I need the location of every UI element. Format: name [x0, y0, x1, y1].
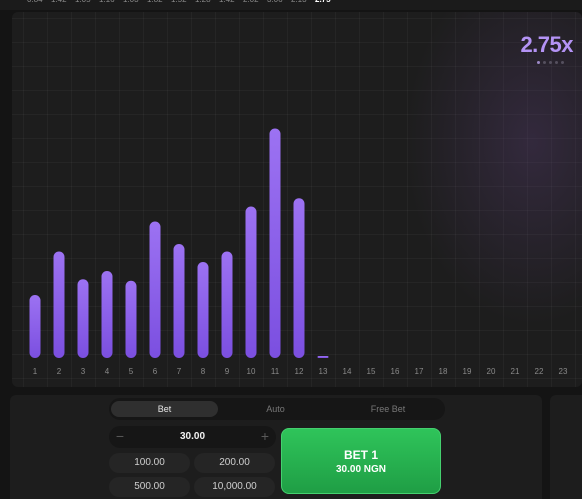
game-chart-panel: 1 2 3 4 5 6 7 8 9 10 11 12 13 14 15 16 17 18 19 20 21 22 23 2.… — [12, 12, 582, 387]
bet-amount-input[interactable]: 30.00 — [129, 431, 256, 442]
x-tick-label: 5 — [129, 367, 134, 376]
second-bet-panel — [550, 395, 582, 499]
chart-bar — [53, 251, 65, 358]
round-dot — [555, 61, 558, 64]
quick-amount-200[interactable]: 200.00 — [194, 453, 275, 473]
chart-bar — [293, 198, 305, 358]
history-multiplier: 1.03 — [123, 0, 139, 4]
bet-button-title: BET 1 — [343, 448, 378, 462]
current-multiplier: 2.75x — [520, 32, 573, 57]
history-multiplier: 2.13 — [291, 0, 307, 4]
history-multiplier: 3.06 — [267, 0, 283, 4]
history-multiplier: 1.28 — [195, 0, 211, 4]
x-tick-label: 3 — [81, 367, 86, 376]
x-tick-label: 16 — [391, 367, 400, 376]
chart-bar — [29, 295, 41, 358]
chart-bar — [317, 356, 329, 358]
x-tick-label: 2 — [57, 367, 62, 376]
bet-amount-stepper: − 30.00 + — [109, 426, 276, 448]
chart-bar — [173, 244, 185, 358]
chart-bar — [197, 262, 209, 358]
history-multiplier: 1.42 — [51, 0, 67, 4]
increase-button[interactable]: + — [257, 429, 273, 445]
chart-bar — [245, 206, 257, 358]
chart-bar — [77, 279, 89, 358]
chart-bar — [125, 280, 137, 358]
tab-bet[interactable]: Bet — [111, 401, 218, 417]
x-tick-label: 15 — [367, 367, 376, 376]
x-tick-label: 18 — [439, 367, 448, 376]
x-tick-label: 12 — [295, 367, 304, 376]
x-tick-label: 14 — [343, 367, 352, 376]
tab-free-bet[interactable]: Free Bet — [333, 401, 443, 417]
quick-amount-500[interactable]: 500.00 — [109, 477, 190, 497]
x-tick-label: 11 — [271, 367, 280, 376]
round-dot — [549, 61, 552, 64]
decrease-button[interactable]: − — [112, 429, 128, 445]
x-tick-label: 8 — [201, 367, 206, 376]
x-tick-label: 22 — [535, 367, 544, 376]
x-tick-label: 17 — [415, 367, 424, 376]
history-multiplier: 0.84 — [27, 0, 43, 4]
x-tick-label: 1 — [33, 367, 38, 376]
history-multiplier: 2.75 — [315, 0, 331, 4]
quick-amount-10000[interactable]: 10,000.00 — [194, 477, 275, 497]
history-multiplier: 1.05 — [75, 0, 91, 4]
history-multiplier: 2.02 — [243, 0, 259, 4]
history-multiplier: 1.52 — [171, 0, 187, 4]
tab-auto[interactable]: Auto — [221, 401, 330, 417]
x-tick-label: 10 — [247, 367, 256, 376]
place-bet-button[interactable]: BET 1 30.00 NGN — [281, 428, 441, 494]
x-tick-label: 9 — [225, 367, 230, 376]
x-tick-label: 6 — [153, 367, 158, 376]
x-tick-label: 21 — [511, 367, 520, 376]
chart-bar — [101, 271, 113, 358]
x-tick-label: 13 — [319, 367, 328, 376]
x-tick-label: 4 — [105, 367, 110, 376]
x-tick-label: 20 — [487, 367, 496, 376]
x-tick-label: 23 — [559, 367, 568, 376]
history-multiplier: 1.82 — [147, 0, 163, 4]
x-tick-label: 19 — [463, 367, 472, 376]
round-dot — [537, 61, 540, 64]
round-dots — [537, 61, 564, 64]
bet-button-amount: 30.00 NGN — [335, 464, 387, 475]
round-dot — [561, 61, 564, 64]
quick-amount-100[interactable]: 100.00 — [109, 453, 190, 473]
history-multiplier: 1.42 — [219, 0, 235, 4]
bet-mode-tabs: Bet Auto Free Bet — [109, 398, 445, 420]
bar-chart: 1 2 3 4 5 6 7 8 9 10 11 12 13 14 15 16 17 18 19 20 21 22 23 — [29, 128, 568, 376]
chart-bar — [221, 251, 233, 358]
chart-bar — [149, 221, 161, 358]
round-dot — [543, 61, 546, 64]
history-strip: 0.84 1.42 1.05 1.16 1.03 1.82 1.52 1.28 1.42 2.02… — [0, 0, 582, 10]
chart-bar — [269, 128, 281, 358]
x-tick-label: 7 — [177, 367, 182, 376]
history-multiplier: 1.16 — [99, 0, 115, 4]
bet-panel: Bet Auto Free Bet − 30.00 + 100.00 200.0… — [10, 395, 542, 499]
